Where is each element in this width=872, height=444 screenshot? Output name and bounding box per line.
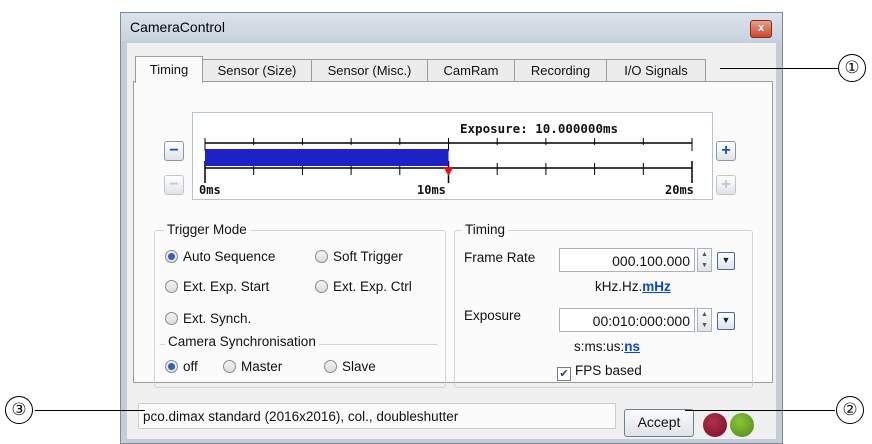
radio-sync-off[interactable]: off: [165, 359, 198, 374]
camera-status-text: pco.dimax standard (2016x2016), col., do…: [138, 403, 616, 429]
tab-sensor-misc[interactable]: Sensor (Misc.): [311, 59, 428, 82]
tab-io-signals[interactable]: I/O Signals: [606, 59, 706, 82]
radio-soft-trigger[interactable]: Soft Trigger: [315, 249, 403, 264]
radio-label: Ext. Exp. Ctrl: [333, 279, 412, 294]
checkbox-checked-icon: ✔: [557, 367, 571, 381]
frame-rate-label: Frame Rate: [464, 250, 536, 265]
radio-ext-exp-start[interactable]: Ext. Exp. Start: [165, 279, 269, 294]
callout-line-1: [720, 68, 838, 69]
radio-label: Soft Trigger: [333, 249, 403, 264]
frame-rate-unit-link[interactable]: mHz: [642, 279, 671, 294]
tab-timing[interactable]: Timing: [135, 56, 203, 83]
radio-icon: [315, 250, 328, 263]
exposure-units[interactable]: s:ms:us:ns: [574, 339, 640, 354]
callout-line-3: [35, 410, 145, 411]
tick-label-0ms: 0ms: [199, 183, 221, 197]
radio-sync-slave[interactable]: Slave: [324, 359, 376, 374]
fps-based-label: FPS based: [575, 363, 642, 378]
camera-sync-label: Camera Synchronisation: [165, 334, 319, 349]
ruler-scale: [204, 138, 693, 183]
exposure-unit-link[interactable]: ns: [624, 339, 640, 354]
frame-rate-units-prefix: kHz.Hz.: [595, 279, 643, 294]
tab-camram[interactable]: CamRam: [427, 59, 515, 82]
radio-icon: [324, 360, 337, 373]
tick-label-10ms: 10ms: [417, 183, 446, 197]
zoom-out-icon[interactable]: −: [164, 141, 184, 161]
timing-label: Timing: [462, 222, 509, 237]
title-bar: CameraControl x: [121, 13, 782, 41]
radio-label: Ext. Synch.: [183, 311, 252, 326]
window-title: CameraControl: [130, 19, 225, 35]
trigger-mode-label: Trigger Mode: [164, 222, 250, 237]
radio-icon: [165, 280, 178, 293]
radio-label: Ext. Exp. Start: [183, 279, 270, 294]
status-led-green: [730, 413, 754, 437]
callout-line-2: [685, 410, 835, 411]
camera-control-window: CameraControl x Timing Sensor (Size) Sen…: [120, 12, 783, 444]
camera-sync-group: [159, 344, 439, 381]
exposure-field[interactable]: 00:010:000:000: [559, 308, 695, 332]
exposure-spinner[interactable]: ▲ ▼: [697, 308, 712, 332]
radio-icon: [315, 280, 328, 293]
radio-label: Master: [241, 359, 283, 374]
frame-rate-field[interactable]: 000.100.000: [559, 248, 695, 272]
radio-label: off: [183, 359, 198, 374]
radio-auto-sequence[interactable]: Auto Sequence: [165, 249, 275, 264]
exposure-marker: [443, 167, 454, 176]
radio-ext-synch[interactable]: Ext. Synch.: [165, 311, 251, 326]
accept-button[interactable]: Accept: [624, 409, 694, 437]
tick-label-20ms: 20ms: [665, 183, 694, 197]
radio-label: Auto Sequence: [183, 249, 276, 264]
callout-3: ③: [5, 396, 33, 424]
tab-recording[interactable]: Recording: [514, 59, 607, 82]
close-icon[interactable]: x: [750, 20, 772, 38]
radio-icon: [165, 312, 178, 325]
status-led-red: [703, 413, 727, 437]
tab-sensor-size[interactable]: Sensor (Size): [202, 59, 312, 82]
fps-based-checkbox[interactable]: ✔ FPS based: [557, 363, 642, 381]
callout-1: ①: [838, 54, 866, 82]
exposure-bar: [205, 149, 449, 166]
exposure-label: Exposure: [464, 308, 522, 323]
radio-selected-icon: [165, 250, 178, 263]
callout-2: ②: [836, 396, 864, 424]
client-area: Timing Sensor (Size) Sensor (Misc.) CamR…: [127, 43, 776, 439]
radio-label: Slave: [342, 359, 376, 374]
exposure-dropdown-icon[interactable]: ▼: [717, 312, 735, 330]
radio-sync-master[interactable]: Master: [223, 359, 282, 374]
frame-rate-spinner[interactable]: ▲ ▼: [697, 248, 712, 272]
radio-selected-icon: [165, 360, 178, 373]
exposure-ruler[interactable]: Exposure: 10.000000ms 0ms 10ms 20ms: [192, 112, 713, 200]
zoom-out-disabled-icon: −: [164, 175, 184, 195]
zoom-in-icon[interactable]: +: [716, 141, 736, 161]
radio-ext-exp-ctrl[interactable]: Ext. Exp. Ctrl: [315, 279, 412, 294]
frame-rate-units[interactable]: kHz.Hz.mHz: [595, 279, 671, 294]
frame-rate-dropdown-icon[interactable]: ▼: [717, 252, 735, 270]
radio-icon: [223, 360, 236, 373]
zoom-in-disabled-icon: +: [716, 175, 736, 195]
exposure-units-prefix: s:ms:us:: [574, 339, 625, 354]
